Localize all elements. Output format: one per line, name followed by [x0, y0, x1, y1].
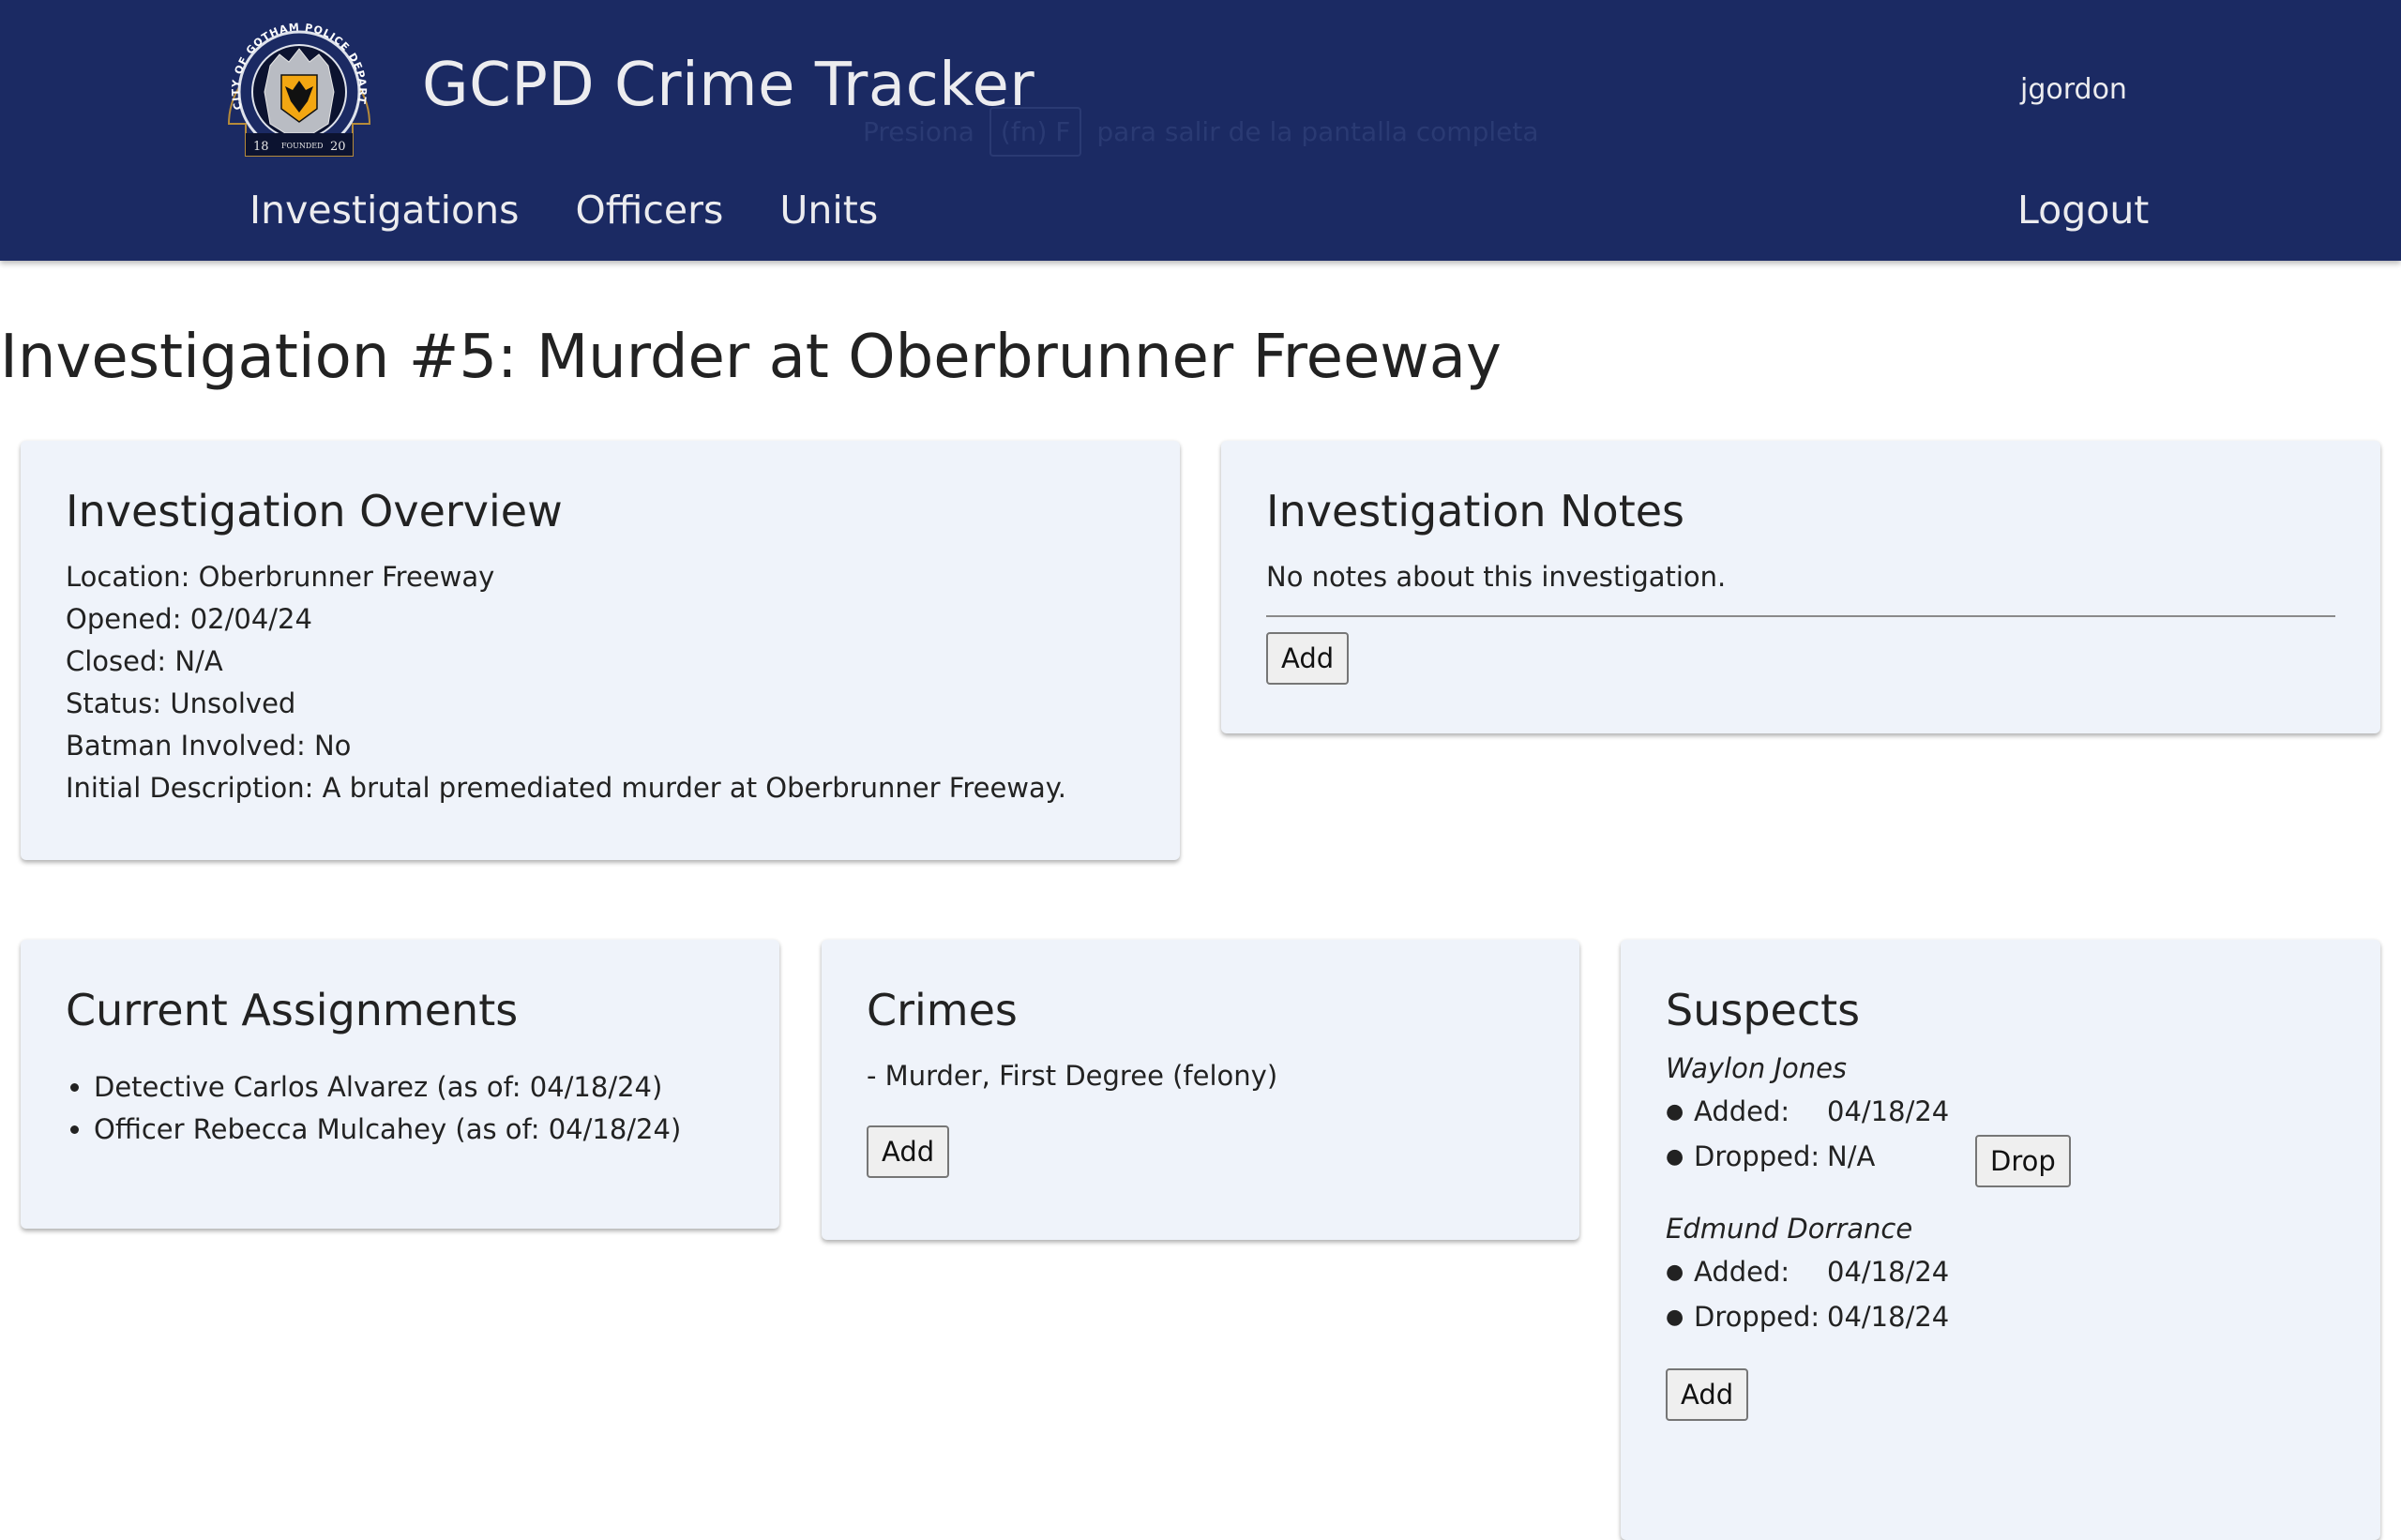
suspect-name: Waylon Jones: [1666, 1051, 1848, 1084]
suspect-details: ● Added: 04/18/24 ● Dropped: N/A Drop: [1666, 1090, 2380, 1187]
suspect-entry: Waylon Jones ● Added: 04/18/24 ● Dropped…: [1666, 1048, 2380, 1187]
overview-batman-involved: Batman Involved: No: [66, 729, 352, 762]
drop-suspect-button[interactable]: Drop: [1975, 1134, 2071, 1187]
fullscreen-hint-prefix: Presiona: [863, 116, 974, 147]
bullet-icon: ●: [1666, 1145, 1684, 1170]
suspect-dropped-row: ● Dropped: N/A Drop: [1666, 1134, 2380, 1187]
assignment-item: Detective Carlos Alvarez (as of: 04/18/2…: [94, 1066, 779, 1109]
notes-divider: [1266, 614, 2335, 617]
added-date: 04/18/24: [1827, 1256, 1950, 1289]
page-title: Investigation #5: Murder at Oberbrunner …: [0, 323, 1502, 392]
notes-empty-text: No notes about this investigation.: [1266, 560, 1727, 593]
overview-opened: Opened: 02/04/24: [66, 602, 312, 635]
police-seal-icon: 18 20 FOUNDED CITY OF GOTHAM POLICE DEPA…: [216, 9, 371, 157]
suspect-added-row: ● Added: 04/18/24: [1666, 1250, 2380, 1295]
added-label: Added:: [1694, 1256, 1790, 1289]
investigation-notes-card: Investigation Notes No notes about this …: [1221, 441, 2380, 733]
added-label: Added:: [1694, 1095, 1790, 1128]
nav-units[interactable]: Units: [779, 188, 878, 233]
nav-officers[interactable]: Officers: [575, 188, 723, 233]
assignment-item: Officer Rebecca Mulcahey (as of: 04/18/2…: [94, 1109, 779, 1151]
crimes-heading: Crimes: [867, 985, 1018, 1035]
overview-status: Status: Unsolved: [66, 687, 296, 719]
assignments-list: Detective Carlos Alvarez (as of: 04/18/2…: [66, 1066, 779, 1151]
overview-heading: Investigation Overview: [66, 486, 563, 536]
nav-investigations[interactable]: Investigations: [249, 188, 519, 233]
add-note-button[interactable]: Add: [1266, 631, 1350, 685]
app-header: 18 20 FOUNDED CITY OF GOTHAM POLICE DEPA…: [0, 0, 2401, 261]
investigation-overview-card: Investigation Overview Location: Oberbru…: [21, 441, 1180, 860]
bullet-icon: ●: [1666, 1100, 1684, 1125]
crime-item: - Murder, First Degree (felony): [867, 1059, 1278, 1092]
suspect-details: ● Added: 04/18/24 ● Dropped: 04/18/24: [1666, 1250, 2380, 1340]
bullet-icon: ●: [1666, 1261, 1684, 1285]
main-nav: Investigations Officers Units: [249, 188, 878, 233]
logout-link[interactable]: Logout: [2017, 188, 2149, 233]
crimes-card: Crimes - Murder, First Degree (felony) A…: [822, 940, 1579, 1240]
gcpd-logo[interactable]: 18 20 FOUNDED CITY OF GOTHAM POLICE DEPA…: [216, 9, 377, 158]
assignments-heading: Current Assignments: [66, 985, 519, 1035]
notes-heading: Investigation Notes: [1266, 486, 1685, 536]
suspect-entry: Edmund Dorrance ● Added: 04/18/24 ● Drop…: [1666, 1208, 2380, 1340]
dropped-date: 04/18/24: [1827, 1301, 1950, 1334]
dropped-date: N/A: [1827, 1140, 1876, 1173]
dropped-label: Dropped:: [1694, 1140, 1820, 1173]
bullet-icon: ●: [1666, 1306, 1684, 1330]
fullscreen-hint-suffix: para salir de la pantalla completa: [1096, 116, 1539, 147]
overview-closed: Closed: N/A: [66, 644, 223, 677]
suspects-heading: Suspects: [1666, 985, 1861, 1035]
overview-initial-description: Initial Description: A brutal premediate…: [66, 771, 1067, 804]
seal-year-right: 20: [330, 140, 346, 154]
seal-founded: FOUNDED: [281, 142, 324, 150]
dropped-label: Dropped:: [1694, 1301, 1820, 1334]
seal-year-left: 18: [253, 140, 269, 154]
current-username: jgordon: [2020, 73, 2127, 106]
suspects-card: Suspects Waylon Jones ● Added: 04/18/24 …: [1621, 940, 2380, 1540]
add-suspect-button[interactable]: Add: [1666, 1367, 1749, 1421]
fullscreen-hint-key: (fn) F: [989, 107, 1082, 157]
current-assignments-card: Current Assignments Detective Carlos Alv…: [21, 940, 779, 1229]
add-crime-button[interactable]: Add: [867, 1125, 950, 1178]
suspect-name: Edmund Dorrance: [1666, 1212, 1913, 1245]
overview-location: Location: Oberbrunner Freeway: [66, 560, 495, 593]
suspect-added-row: ● Added: 04/18/24: [1666, 1090, 2380, 1135]
fullscreen-exit-hint: Presiona (fn) F para salir de la pantall…: [863, 107, 1539, 157]
suspect-dropped-row: ● Dropped: 04/18/24: [1666, 1295, 2380, 1340]
added-date: 04/18/24: [1827, 1095, 1950, 1128]
